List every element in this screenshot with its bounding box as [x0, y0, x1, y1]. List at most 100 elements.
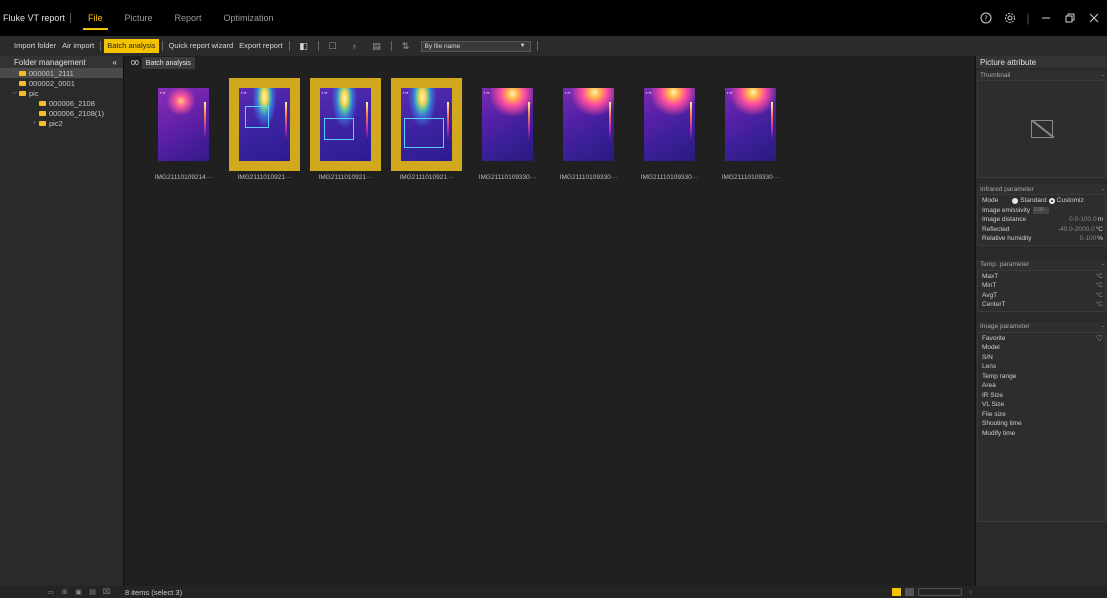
- color-scale-icon: [609, 102, 611, 142]
- thumbnail-label: IMG2111010921···: [237, 174, 292, 181]
- tab-report[interactable]: Report: [164, 0, 213, 36]
- chevron-down-icon: ▼: [519, 42, 526, 49]
- voice-icon[interactable]: ♁: [349, 40, 361, 52]
- double-arrow-left-icon[interactable]: «: [113, 58, 117, 67]
- thumbnail-item[interactable]: ▪ ▪▪ IMG21110109214···: [143, 78, 224, 181]
- centert-row: CenterT °C: [978, 300, 1105, 310]
- view-controls: ○: [892, 588, 975, 596]
- heart-icon[interactable]: ♡: [1096, 334, 1105, 343]
- tree-item-000006_2108-1[interactable]: 000006_2108(1): [0, 108, 123, 118]
- model-label: Model: [982, 344, 1000, 352]
- thermal-image: ▪ ▪▪: [482, 88, 533, 161]
- area-label: Area: [982, 382, 996, 390]
- radio-standard[interactable]: [1012, 197, 1019, 204]
- thumbnail-item[interactable]: ▪ ▪▪ IMG21110109330···: [548, 78, 629, 181]
- maxt-label: MaxT: [982, 272, 999, 280]
- import-icon[interactable]: ▣: [74, 588, 83, 596]
- note-icon[interactable]: ▤: [371, 40, 383, 52]
- sort-dropdown[interactable]: By file name ▼: [420, 40, 531, 52]
- import-folder-button[interactable]: Import folder: [11, 39, 59, 53]
- batch-analysis-button[interactable]: Batch analysis: [104, 39, 159, 53]
- temp-section-title[interactable]: Temp. parameter -: [976, 259, 1107, 270]
- temp-parameters: MaxT °C MinT °C AvgT °C CenterT °C: [977, 269, 1106, 312]
- tab-picture[interactable]: Picture: [114, 0, 164, 36]
- humidity-input[interactable]: 0-100%: [1080, 235, 1105, 242]
- tab-batch-analysis[interactable]: Batch analysis: [141, 57, 195, 69]
- thumbnail-item[interactable]: ▪ ▪▪ IMG2111010921···: [386, 78, 467, 181]
- reflected-input[interactable]: -40.0-2000.0°C: [1058, 226, 1105, 233]
- collapse-icon[interactable]: -: [1102, 72, 1104, 79]
- tab-file[interactable]: File: [77, 0, 114, 36]
- chevron-down-icon[interactable]: ⌵: [10, 90, 19, 97]
- window-controls: ? |: [979, 0, 1107, 36]
- image-section-title[interactable]: Image parameter -: [976, 321, 1107, 332]
- restore-icon[interactable]: [1063, 11, 1077, 25]
- add-folder-icon[interactable]: ⊞: [60, 588, 69, 596]
- sort-icon[interactable]: ⇅: [400, 40, 412, 52]
- collapse-icon[interactable]: -: [1102, 261, 1104, 268]
- favorite-row: Favorite ♡: [978, 334, 1105, 344]
- collapse-icon[interactable]: -: [1102, 323, 1104, 330]
- distance-input[interactable]: 0.0-100.0m: [1069, 216, 1105, 223]
- thermal-image: ▪ ▪▪: [320, 88, 371, 161]
- temp-range-label: Temp range: [982, 372, 1017, 380]
- emissivity-input[interactable]: 0.98: [1033, 206, 1050, 214]
- temp-section-label: Temp. parameter: [980, 261, 1030, 268]
- thumbnail-section-title[interactable]: Thumbnail -: [976, 70, 1107, 80]
- folder-icon: [19, 80, 26, 86]
- infrared-section-title[interactable]: Infrared parameter -: [976, 184, 1107, 194]
- thumbnail-frame: ▪ ▪▪: [472, 78, 543, 171]
- zoom-slider[interactable]: [918, 588, 962, 596]
- quick-report-wizard-button[interactable]: Quick report wizard: [166, 39, 237, 53]
- thermal-hud-icon: ▪ ▪▪: [484, 90, 490, 95]
- tab-optimization[interactable]: Optimization: [213, 0, 285, 36]
- chevron-right-icon[interactable]: ›: [30, 120, 39, 126]
- color-scale-icon: [690, 102, 692, 142]
- close-icon[interactable]: [1087, 11, 1101, 25]
- thumbnail-item[interactable]: ▪ ▪▪ IMG21110109330···: [710, 78, 791, 181]
- edit-icon[interactable]: ☐: [327, 40, 339, 52]
- thumbnail-item[interactable]: ▪ ▪▪ IMG21110109330···: [629, 78, 710, 181]
- no-image-icon: [1030, 120, 1053, 138]
- new-folder-icon[interactable]: ▭: [46, 588, 55, 596]
- image-param-row: Lens: [978, 362, 1105, 372]
- grid-view-icon[interactable]: [892, 588, 901, 596]
- search-icon[interactable]: ○: [966, 588, 975, 596]
- status-bar: ▭ ⊞ ▣ ▤ ⌧ 8 items (select 3) ○: [0, 586, 1107, 598]
- maxt-row: MaxT °C: [978, 272, 1105, 282]
- tree-item-pic2[interactable]: › pic2: [0, 118, 123, 128]
- humidity-label: Relative humidity: [982, 235, 1032, 243]
- export-report-button[interactable]: Export report: [236, 39, 285, 53]
- compare-icon[interactable]: ◧: [298, 40, 310, 52]
- tree-item-000006_2108[interactable]: 000006_2108: [0, 98, 123, 108]
- thumbnail-label: IMG21110109330···: [721, 174, 780, 181]
- radio-custom[interactable]: [1048, 197, 1055, 204]
- delete-icon[interactable]: ⌧: [102, 588, 111, 596]
- settings-icon[interactable]: [1003, 11, 1017, 25]
- thumbnail-label: IMG2111010921···: [399, 174, 454, 181]
- folder-panel-title: Folder management: [14, 57, 86, 67]
- avgt-row: AvgT °C: [978, 291, 1105, 301]
- image-param-row: VL Size: [978, 400, 1105, 410]
- air-import-button[interactable]: Air import: [59, 39, 97, 53]
- help-icon[interactable]: ?: [979, 11, 993, 25]
- tree-item-000002_0001[interactable]: 000002_0001: [0, 78, 123, 88]
- export-icon[interactable]: ▤: [88, 588, 97, 596]
- collapse-icon[interactable]: -: [1102, 186, 1104, 193]
- thumbnail-item[interactable]: ▪ ▪▪ IMG2111010921···: [224, 78, 305, 181]
- color-scale-icon: [528, 102, 530, 142]
- tree-item-000001_2111[interactable]: 000001_2111: [0, 68, 123, 78]
- thumbnail-item[interactable]: ▪ ▪▪ IMG2111010921···: [305, 78, 386, 181]
- list-view-icon[interactable]: [905, 588, 914, 596]
- image-param-row: Area: [978, 381, 1105, 391]
- mint-label: MinT: [982, 282, 997, 290]
- mode-label: Mode: [982, 197, 999, 205]
- tree-item-label: pic2: [49, 118, 63, 128]
- minimize-icon[interactable]: [1039, 11, 1053, 25]
- thermal-hud-icon: ▪ ▪▪: [322, 90, 328, 95]
- thumbnail-item[interactable]: ▪ ▪▪ IMG21110109330···: [467, 78, 548, 181]
- maxt-unit: °C: [1095, 272, 1103, 280]
- sort-dropdown-value: By file name: [424, 42, 461, 50]
- folder-panel-header: Folder management «: [0, 56, 123, 68]
- tree-item-pic[interactable]: ⌵ pic: [0, 88, 123, 98]
